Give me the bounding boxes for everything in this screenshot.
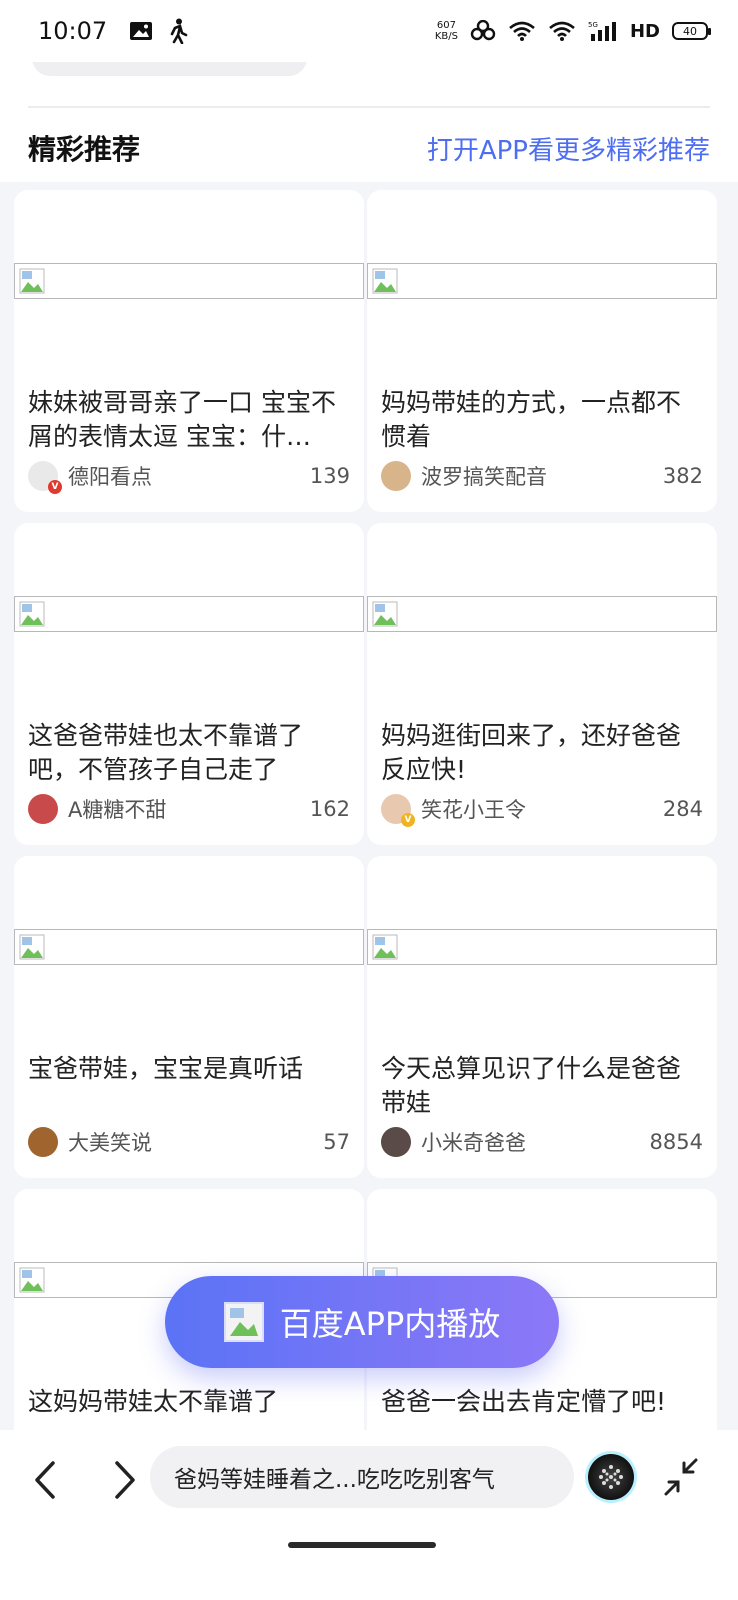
video-meta: 波罗搞笑配音 382 bbox=[381, 460, 703, 492]
video-title[interactable]: 这爸爸带娃也太不靠谱了吧，不管孩子自己走了 bbox=[28, 719, 348, 787]
video-card[interactable]: 这爸爸带娃也太不靠谱了吧，不管孩子自己走了 A糖糖不甜 162 bbox=[14, 523, 364, 845]
view-count: 57 bbox=[323, 1130, 350, 1154]
chevron-left-icon bbox=[35, 1461, 55, 1499]
video-meta: V 笑花小王令 284 bbox=[381, 793, 703, 827]
video-thumbnail[interactable] bbox=[367, 856, 717, 1038]
author-avatar[interactable] bbox=[381, 461, 411, 491]
author-avatar[interactable]: V bbox=[381, 794, 415, 827]
open-app-more-link[interactable]: 打开APP看更多精彩推荐 bbox=[427, 130, 710, 167]
section-title: 精彩推荐 bbox=[28, 133, 141, 166]
broken-image-placeholder bbox=[367, 263, 717, 299]
video-thumbnail[interactable] bbox=[14, 856, 364, 1038]
video-card[interactable]: 宝爸带娃，宝宝是真听话大美笑说 57 bbox=[14, 856, 364, 1178]
video-title[interactable]: 爸爸一会出去肯定懵了吧! bbox=[381, 1385, 701, 1419]
author-name[interactable]: 笑花小王令 bbox=[421, 794, 526, 824]
verified-badge-icon: V bbox=[48, 480, 62, 494]
video-title[interactable]: 妈妈逛街回来了，还好爸爸反应快! bbox=[381, 719, 701, 787]
battery-icon: 40 bbox=[672, 22, 711, 40]
divider bbox=[28, 106, 710, 108]
broken-image-placeholder bbox=[367, 596, 717, 632]
wifi-icon bbox=[509, 21, 535, 41]
broken-image-icon bbox=[372, 934, 398, 960]
video-card[interactable]: 妈妈逛街回来了，还好爸爸反应快! V 笑花小王令 284 bbox=[367, 523, 717, 845]
author-avatar[interactable] bbox=[28, 1127, 58, 1157]
ai-assistant-icon[interactable] bbox=[588, 1454, 634, 1500]
video-thumbnail[interactable] bbox=[14, 190, 364, 372]
verified-badge-icon: V bbox=[401, 813, 415, 827]
broken-image-icon bbox=[372, 601, 398, 627]
svg-text:5G: 5G bbox=[588, 21, 598, 29]
broken-image-placeholder bbox=[14, 263, 364, 299]
battery-level: 40 bbox=[683, 24, 697, 38]
chevron-right-icon bbox=[115, 1461, 135, 1499]
author-avatar[interactable] bbox=[381, 1127, 411, 1157]
author-avatar[interactable] bbox=[28, 794, 58, 824]
video-card[interactable]: 今天总算见识了什么是爸爸带娃小米奇爸爸 8854 bbox=[367, 856, 717, 1178]
video-card[interactable]: 妹妹被哥哥亲了一口 宝宝不屑的表情太逗 宝宝：什… V 德阳看点 139 bbox=[14, 190, 364, 512]
address-bar[interactable]: 爸妈等娃睡着之...吃吃吃别客气 bbox=[150, 1446, 574, 1508]
network-speed: 607 KB/S bbox=[435, 20, 458, 42]
forward-button[interactable] bbox=[96, 1452, 152, 1508]
walking-icon bbox=[170, 18, 188, 44]
broken-image-icon bbox=[19, 1267, 45, 1293]
video-title[interactable]: 这妈妈带娃太不靠谱了 bbox=[28, 1385, 348, 1419]
status-time: 10:07 bbox=[38, 17, 108, 45]
video-meta: V 德阳看点 139 bbox=[28, 460, 350, 494]
speed-value: 607 bbox=[436, 20, 456, 31]
view-count: 8854 bbox=[649, 1130, 703, 1154]
broken-image-icon bbox=[19, 934, 45, 960]
video-meta: 小米奇爸爸 8854 bbox=[381, 1126, 703, 1158]
play-button-label: 百度APP内播放 bbox=[279, 1305, 501, 1343]
author-name[interactable]: 波罗搞笑配音 bbox=[421, 461, 547, 491]
view-count: 284 bbox=[662, 797, 703, 821]
browser-bottom-bar: 爸妈等娃睡着之...吃吃吃别客气 bbox=[0, 1430, 738, 1600]
image-notification-icon bbox=[130, 22, 153, 40]
author-name[interactable]: 大美笑说 bbox=[68, 1127, 152, 1157]
author-name[interactable]: 德阳看点 bbox=[68, 461, 152, 491]
back-button[interactable] bbox=[18, 1452, 74, 1508]
wifi-icon-2 bbox=[549, 21, 575, 41]
broken-image-placeholder bbox=[14, 929, 364, 965]
video-meta: A糖糖不甜 162 bbox=[28, 793, 350, 825]
author-avatar[interactable]: V bbox=[28, 461, 62, 494]
collapse-arrows-icon bbox=[664, 1458, 698, 1496]
hotspot-icon bbox=[470, 20, 496, 41]
speed-unit: KB/S bbox=[434, 31, 458, 42]
author-name[interactable]: 小米奇爸爸 bbox=[421, 1127, 526, 1157]
broken-image-placeholder bbox=[14, 596, 364, 632]
status-right-icons: 607 KB/S 5G HD 40 bbox=[435, 20, 711, 42]
hd-indicator: HD bbox=[629, 20, 660, 42]
video-thumbnail[interactable] bbox=[367, 190, 717, 372]
section-header: 精彩推荐 打开APP看更多精彩推荐 bbox=[28, 128, 710, 168]
broken-image-placeholder bbox=[367, 929, 717, 965]
status-bar: 10:07 607 KB/S 5G HD 40 bbox=[0, 0, 738, 62]
address-bar-text: 爸妈等娃睡着之...吃吃吃别客气 bbox=[174, 1467, 495, 1493]
play-in-app-button[interactable]: 百度APP内播放 bbox=[165, 1276, 559, 1368]
broken-image-icon bbox=[223, 1302, 264, 1342]
video-thumbnail[interactable] bbox=[14, 523, 364, 705]
minimize-button[interactable] bbox=[656, 1452, 706, 1502]
video-title[interactable]: 宝爸带娃，宝宝是真听话 bbox=[28, 1052, 348, 1086]
home-indicator[interactable] bbox=[288, 1542, 436, 1548]
status-left-icons bbox=[129, 18, 189, 44]
broken-image-icon bbox=[19, 601, 45, 627]
video-card[interactable]: 妈妈带娃的方式，一点都不惯着波罗搞笑配音 382 bbox=[367, 190, 717, 512]
view-count: 139 bbox=[309, 464, 350, 488]
video-thumbnail[interactable] bbox=[367, 523, 717, 705]
video-title[interactable]: 妹妹被哥哥亲了一口 宝宝不屑的表情太逗 宝宝：什… bbox=[28, 386, 348, 454]
view-count: 382 bbox=[662, 464, 703, 488]
signal-5g-icon: 5G bbox=[588, 21, 616, 41]
broken-image-icon bbox=[19, 268, 45, 294]
broken-image-icon bbox=[372, 268, 398, 294]
video-title[interactable]: 妈妈带娃的方式，一点都不惯着 bbox=[381, 386, 701, 454]
view-count: 162 bbox=[309, 797, 350, 821]
author-name[interactable]: A糖糖不甜 bbox=[68, 794, 166, 824]
video-meta: 大美笑说 57 bbox=[28, 1126, 350, 1158]
video-title[interactable]: 今天总算见识了什么是爸爸带娃 bbox=[381, 1052, 701, 1120]
